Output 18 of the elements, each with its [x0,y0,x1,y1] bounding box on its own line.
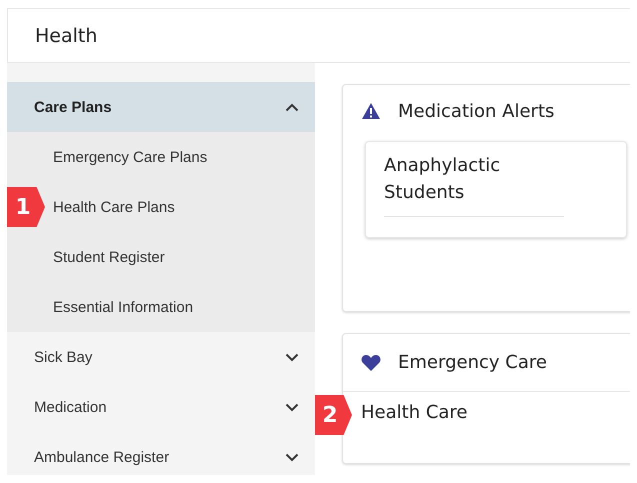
nav-group-label[interactable]: Care Plans [34,98,112,116]
card-title: Medication Alerts [398,100,554,122]
nav-item[interactable]: Student Register [53,248,165,266]
tile-title: Anaphylactic Students [384,152,564,217]
alert-tile[interactable]: Anaphylactic Students [365,141,627,238]
page-title: Health [35,24,98,46]
nav-item[interactable]: Essential Information [53,298,194,316]
nav-item[interactable]: Health Care Plans [53,198,175,216]
card-title: Emergency Care [398,352,547,373]
heart-icon [361,354,381,372]
nav-group-label[interactable]: Medication [34,398,107,416]
nav-item[interactable]: Emergency Care Plans [53,148,208,166]
nav-group-label[interactable]: Ambulance Register [34,448,170,466]
warning-icon [361,102,381,120]
section-label: Health Care [361,402,468,423]
nav-group-label[interactable]: Sick Bay [34,348,92,366]
callout-badge: 2 [315,395,352,435]
callout-badge: 1 [7,187,45,227]
